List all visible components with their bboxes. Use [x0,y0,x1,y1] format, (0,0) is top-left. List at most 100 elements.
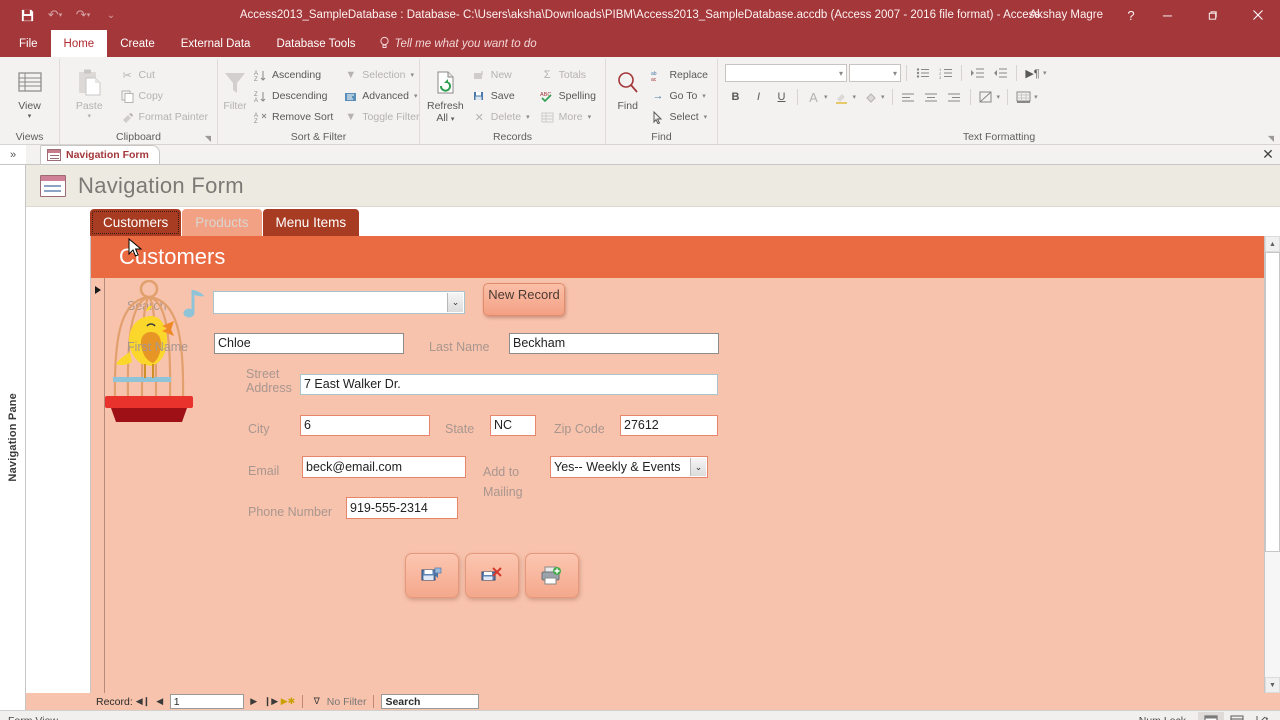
scroll-up-icon[interactable]: ▲ [1265,236,1280,252]
format-painter-button[interactable]: Format Painter [115,107,213,127]
go-to-button[interactable]: → Go To ▾ [645,86,713,106]
copy-button[interactable]: Copy [115,86,213,106]
save-record-button[interactable]: Save [467,86,535,106]
bulleted-list-icon[interactable] [912,63,933,83]
tab-external-data[interactable]: External Data [168,30,264,57]
italic-button[interactable]: I [748,87,769,107]
navigation-pane-expand-button[interactable]: » [0,145,26,164]
mailing-list-dropdown[interactable]: Yes-- Weekly & Events ⌄ [550,456,708,478]
navigation-pane[interactable]: Navigation Pane [0,165,26,710]
more-button[interactable]: More ▾ [535,107,601,127]
undo-icon[interactable]: ↶ ▾ [42,3,68,27]
tab-file[interactable]: File [6,30,51,57]
chevron-down-icon[interactable]: ▾ [588,113,592,121]
align-left-icon[interactable] [898,87,919,107]
find-button[interactable]: Find [610,63,645,112]
phone-number-field[interactable]: 919-555-2314 [346,497,458,519]
current-record-input[interactable]: 1 [169,694,244,709]
scroll-down-icon[interactable]: ▼ [1265,677,1280,693]
numbered-list-icon[interactable]: 123 [935,63,956,83]
chevron-down-icon[interactable]: ⌄ [690,458,706,476]
cut-button[interactable]: ✂ Cut [115,65,213,85]
chevron-down-icon[interactable]: ▾ [1034,93,1038,101]
zip-code-field[interactable]: 27612 [620,415,718,436]
city-field[interactable]: 6 [300,415,430,436]
align-center-icon[interactable] [921,87,942,107]
filter-icon[interactable]: ∇ [310,696,324,707]
new-record-button[interactable]: New [467,65,535,85]
email-field[interactable]: beck@email.com [302,456,466,478]
replace-button[interactable]: ab ac Replace [645,65,713,85]
search-input[interactable]: ⌄ [213,291,465,314]
print-record-button[interactable] [525,553,579,598]
chevron-down-icon[interactable]: ▾ [88,112,92,121]
chevron-down-icon[interactable]: ▾ [410,71,414,79]
chevron-down-icon[interactable]: ▾ [704,113,708,121]
background-color-icon[interactable] [860,87,881,107]
conditional-formatting-icon[interactable] [976,87,997,107]
scrollbar-thumb[interactable] [1265,252,1280,552]
close-button[interactable] [1235,0,1280,30]
form-tab-products[interactable]: Products [182,209,262,236]
chevron-down-icon[interactable]: ▾ [414,92,418,100]
design-view-button[interactable] [1250,712,1276,720]
chevron-down-icon[interactable]: ▾ [997,93,1001,101]
underline-button[interactable]: U [771,87,792,107]
state-field[interactable]: NC [490,415,536,436]
first-name-field[interactable]: Chloe [214,333,404,354]
document-tab-navigation-form[interactable]: Navigation Form [40,145,160,164]
tell-me-search[interactable]: Tell me what you want to do [369,30,547,57]
tab-create[interactable]: Create [107,30,168,57]
gridlines-icon[interactable] [1013,87,1034,107]
redo-icon[interactable]: ↷ ▾ [70,3,96,27]
minimize-button[interactable] [1145,0,1190,30]
street-address-field[interactable]: 7 East Walker Dr. [300,374,718,395]
view-button[interactable]: View ▾ [4,63,55,121]
text-direction-icon[interactable]: ▶¶ [1022,63,1043,83]
dialog-launcher-icon[interactable]: ◥ [205,134,211,143]
last-name-field[interactable]: Beckham [509,333,719,354]
decrease-indent-icon[interactable] [990,63,1011,83]
customize-qat-icon[interactable]: ⌄ [98,3,124,27]
paste-button[interactable]: Paste ▾ [64,63,115,121]
remove-sort-button[interactable]: AZ Remove Sort [248,107,338,127]
align-right-icon[interactable] [944,87,965,107]
font-family-combo[interactable]: ▾ [725,64,847,82]
chevron-down-icon[interactable]: ▾ [853,93,857,101]
form-vertical-scrollbar[interactable]: ▲ ▼ [1264,236,1280,693]
previous-record-button[interactable]: ◀ [153,696,167,707]
scrollbar-track[interactable] [1265,552,1280,677]
delete-record-button[interactable]: ✕ Delete ▾ [467,107,535,127]
chevron-down-icon[interactable]: ▾ [28,112,32,121]
ascending-button[interactable]: AZ Ascending [248,65,338,85]
font-color-icon[interactable]: A [803,87,824,107]
increase-indent-icon[interactable] [967,63,988,83]
layout-view-button[interactable] [1224,712,1250,720]
dialog-launcher-icon[interactable]: ◥ [1268,134,1274,143]
last-record-button[interactable]: ❙▶ [264,696,278,707]
refresh-all-button[interactable]: Refresh All ▾ [424,63,467,124]
record-search-input[interactable]: Search [381,694,480,709]
chevron-down-icon[interactable]: ▾ [526,113,530,121]
selection-button[interactable]: ▼ Selection ▾ [338,65,424,85]
chevron-down-icon[interactable]: ▾ [702,92,706,100]
form-tab-menu-items[interactable]: Menu Items [262,209,360,236]
chevron-down-icon[interactable]: ▾ [824,93,828,101]
form-view-button[interactable] [1198,711,1224,720]
select-button[interactable]: Select ▾ [645,107,713,127]
tab-home[interactable]: Home [50,30,108,57]
close-document-icon[interactable]: ✕ [1256,146,1280,163]
chevron-down-icon[interactable]: ▾ [893,69,897,78]
toggle-filter-button[interactable]: ▼ Toggle Filter [338,107,424,127]
chevron-down-icon[interactable]: ▾ [881,93,885,101]
restore-button[interactable] [1190,0,1235,30]
font-size-combo[interactable]: ▾ [849,64,901,82]
filter-button[interactable]: Filter [222,63,248,112]
new-record-button[interactable]: New Record [483,283,565,316]
delete-record-button[interactable] [465,553,519,598]
tab-database-tools[interactable]: Database Tools [263,30,368,57]
chevron-down-icon[interactable]: ▾ [839,69,843,78]
next-record-button[interactable]: ▶ [247,696,261,707]
advanced-button[interactable]: Advanced ▾ [338,86,424,106]
help-icon[interactable]: ? [1117,8,1145,23]
